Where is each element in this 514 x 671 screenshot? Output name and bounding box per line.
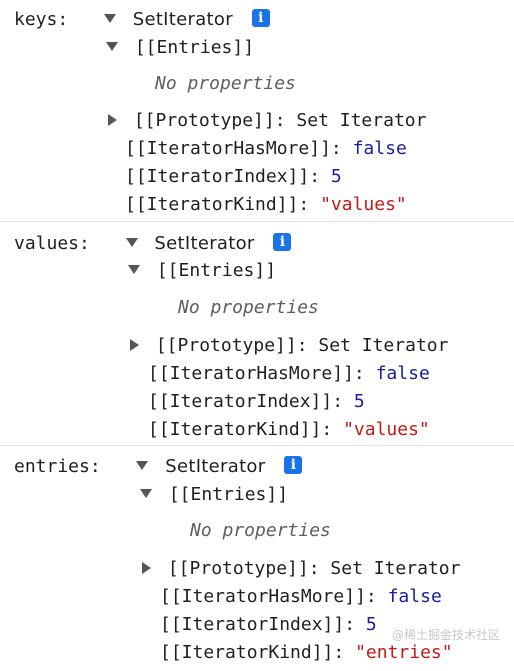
entries-label: [[Entries]] bbox=[156, 260, 277, 281]
entries-node[interactable]: [[Entries]] bbox=[106, 37, 254, 59]
watermark: @稀土掘金技术社区 bbox=[391, 628, 500, 642]
expand-triangle-icon[interactable] bbox=[106, 41, 118, 51]
has-more-label: [[IteratorHasMore]]: bbox=[148, 363, 365, 384]
index-value: 5 bbox=[330, 166, 342, 187]
has-more-label: [[IteratorHasMore]]: bbox=[160, 586, 377, 607]
object-header[interactable]: keys: SetIterator i bbox=[14, 9, 270, 31]
no-properties-text: No properties bbox=[190, 520, 331, 541]
prototype-label: [[Prototype]]: bbox=[167, 558, 320, 579]
index-row: [[IteratorIndex]]: 5 bbox=[148, 391, 365, 413]
prototype-value: Set Iterator bbox=[318, 335, 449, 356]
index-value: 5 bbox=[365, 614, 377, 635]
object-type: SetIterator bbox=[132, 9, 233, 30]
iterator-block-entries: entries: SetIterator i [[Entries]] No pr… bbox=[0, 446, 514, 671]
object-header[interactable]: values: SetIterator i bbox=[14, 233, 292, 255]
prototype-node[interactable]: [[Prototype]]: Set Iterator bbox=[142, 558, 460, 580]
kind-row: [[IteratorKind]]: "entries" bbox=[160, 642, 453, 664]
expand-triangle-icon[interactable] bbox=[136, 460, 149, 470]
no-properties-text: No properties bbox=[155, 73, 296, 94]
info-icon[interactable]: i bbox=[273, 233, 292, 251]
property-key: values: bbox=[14, 233, 90, 254]
kind-row: [[IteratorKind]]: "values" bbox=[125, 194, 407, 216]
collapse-triangle-icon[interactable] bbox=[130, 339, 139, 351]
prototype-value: Set Iterator bbox=[296, 110, 427, 131]
has-more-row: [[IteratorHasMore]]: false bbox=[160, 586, 442, 608]
has-more-label: [[IteratorHasMore]]: bbox=[125, 138, 342, 159]
object-type: SetIterator bbox=[165, 456, 266, 477]
has-more-value: false bbox=[387, 586, 442, 607]
index-row: [[IteratorIndex]]: 5 bbox=[125, 166, 342, 188]
has-more-row: [[IteratorHasMore]]: false bbox=[148, 363, 430, 385]
index-label: [[IteratorIndex]]: bbox=[160, 614, 356, 635]
prototype-label: [[Prototype]]: bbox=[133, 110, 286, 131]
object-type: SetIterator bbox=[154, 233, 255, 254]
prototype-node[interactable]: [[Prototype]]: Set Iterator bbox=[108, 110, 426, 132]
info-icon[interactable]: i bbox=[251, 9, 270, 27]
index-value: 5 bbox=[353, 391, 365, 412]
has-more-value: false bbox=[375, 363, 430, 384]
prototype-node[interactable]: [[Prototype]]: Set Iterator bbox=[130, 335, 448, 357]
entries-node[interactable]: [[Entries]] bbox=[140, 484, 288, 506]
index-label: [[IteratorIndex]]: bbox=[148, 391, 344, 412]
kind-label: [[IteratorKind]]: bbox=[160, 642, 345, 663]
index-label: [[IteratorIndex]]: bbox=[125, 166, 321, 187]
has-more-value: false bbox=[352, 138, 407, 159]
info-icon[interactable]: i bbox=[284, 456, 303, 474]
expand-triangle-icon[interactable] bbox=[128, 264, 140, 274]
iterator-block-values: values: SetIterator i [[Entries]] No pro… bbox=[0, 222, 514, 446]
expand-triangle-icon[interactable] bbox=[140, 488, 152, 498]
kind-value: "values" bbox=[320, 194, 407, 215]
expand-triangle-icon[interactable] bbox=[103, 13, 116, 23]
kind-label: [[IteratorKind]]: bbox=[148, 419, 333, 440]
prototype-label: [[Prototype]]: bbox=[155, 335, 308, 356]
collapse-triangle-icon[interactable] bbox=[108, 114, 117, 126]
iterator-block-keys: keys: SetIterator i [[Entries]] No prope… bbox=[0, 0, 514, 222]
kind-row: [[IteratorKind]]: "values" bbox=[148, 419, 430, 441]
index-row: [[IteratorIndex]]: 5 bbox=[160, 614, 377, 636]
property-key: keys: bbox=[14, 9, 69, 30]
no-properties-text: No properties bbox=[178, 297, 319, 318]
expand-triangle-icon[interactable] bbox=[125, 237, 138, 247]
collapse-triangle-icon[interactable] bbox=[142, 562, 151, 574]
kind-value: "values" bbox=[343, 419, 430, 440]
prototype-value: Set Iterator bbox=[330, 558, 461, 579]
object-header[interactable]: entries: SetIterator i bbox=[14, 456, 303, 478]
kind-value: "entries" bbox=[355, 642, 453, 663]
kind-label: [[IteratorKind]]: bbox=[125, 194, 310, 215]
entries-label: [[Entries]] bbox=[134, 37, 255, 58]
entries-label: [[Entries]] bbox=[168, 484, 289, 505]
property-key: entries: bbox=[14, 456, 101, 477]
entries-node[interactable]: [[Entries]] bbox=[128, 260, 276, 282]
has-more-row: [[IteratorHasMore]]: false bbox=[125, 138, 407, 160]
